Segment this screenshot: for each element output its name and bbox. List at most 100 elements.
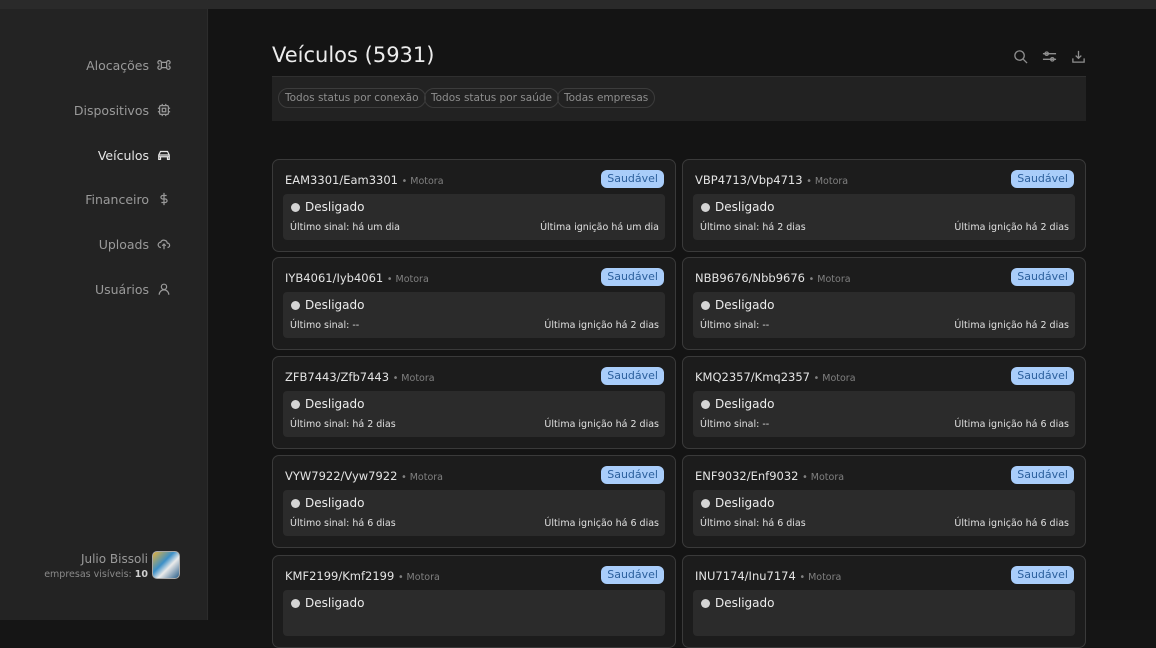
filter-health-status[interactable]: Todos status por saúde bbox=[424, 88, 559, 108]
vehicle-card[interactable]: EAM3301/Eam3301 • Motora Saudável Deslig… bbox=[272, 159, 676, 252]
health-badge: Saudável bbox=[1011, 170, 1074, 188]
vehicle-state: Desligado bbox=[305, 298, 365, 312]
sidebar: Alocações Dispositivos Veículos Financei… bbox=[0, 9, 208, 620]
health-badge: Saudável bbox=[601, 566, 664, 584]
vehicle-plate: VBP4713/Vbp4713 bbox=[695, 173, 803, 187]
vehicle-title: KMQ2357/Kmq2357 • Motora bbox=[695, 370, 856, 384]
vehicle-plate: KMQ2357/Kmq2357 bbox=[695, 370, 810, 384]
vehicle-card[interactable]: IYB4061/Iyb4061 • Motora Saudável Deslig… bbox=[272, 257, 676, 350]
vehicle-status-panel: Desligado Último sinal: -- Última igniçã… bbox=[693, 292, 1075, 338]
sidebar-item-usuarios[interactable]: Usuários bbox=[95, 279, 171, 299]
vehicle-state: Desligado bbox=[715, 596, 775, 610]
user-name: Julio Bissoli bbox=[80, 552, 148, 566]
vehicle-type: • Motora bbox=[802, 472, 845, 483]
last-signal: Último sinal: há 2 dias bbox=[290, 419, 396, 430]
vehicle-card[interactable]: KMQ2357/Kmq2357 • Motora Saudável Deslig… bbox=[682, 356, 1086, 449]
filter-sliders-icon[interactable] bbox=[1042, 49, 1057, 64]
filter-companies[interactable]: Todas empresas bbox=[557, 88, 656, 108]
last-ignition: Última ignição há 2 dias bbox=[544, 320, 659, 331]
status-dot-icon bbox=[701, 400, 710, 409]
user-companies: empresas visíveis: 10 bbox=[44, 569, 148, 580]
vehicle-plate: KMF2199/Kmf2199 bbox=[285, 569, 395, 583]
sidebar-item-label: Uploads bbox=[98, 236, 149, 252]
vehicle-state: Desligado bbox=[715, 298, 775, 312]
vehicle-title: ZFB7443/Zfb7443 • Motora bbox=[285, 370, 435, 384]
status-dot-icon bbox=[701, 599, 710, 608]
status-dot-icon bbox=[291, 301, 300, 310]
chip-icon bbox=[157, 103, 171, 117]
last-ignition: Última ignição há 2 dias bbox=[954, 320, 1069, 331]
vehicle-plate: ENF9032/Enf9032 bbox=[695, 469, 799, 483]
main-content: Veículos (5931) Todos status por conexão… bbox=[209, 9, 1156, 648]
health-badge: Saudável bbox=[1011, 466, 1074, 484]
health-badge: Saudável bbox=[1011, 268, 1074, 286]
sidebar-item-alocacoes[interactable]: Alocações bbox=[86, 55, 171, 75]
vehicle-type: • Motora bbox=[813, 373, 856, 384]
user-icon bbox=[158, 283, 170, 295]
vehicle-card[interactable]: VYW7922/Vyw7922 • Motora Saudável Deslig… bbox=[272, 455, 676, 548]
health-badge: Saudável bbox=[1011, 367, 1074, 385]
last-signal: Último sinal: -- bbox=[700, 419, 770, 430]
last-signal: Último sinal: há 6 dias bbox=[290, 518, 396, 529]
avatar[interactable] bbox=[152, 551, 180, 579]
toolbar bbox=[1013, 49, 1086, 64]
window-top-bar bbox=[0, 0, 1156, 16]
status-dot-icon bbox=[291, 499, 300, 508]
vehicle-type: • Motora bbox=[806, 176, 849, 187]
last-signal: Último sinal: há 6 dias bbox=[700, 518, 806, 529]
sidebar-item-label: Usuários bbox=[94, 281, 149, 297]
sidebar-item-label: Alocações bbox=[86, 57, 149, 73]
page-title: Veículos (5931) bbox=[272, 43, 435, 67]
last-ignition: Última ignição há 2 dias bbox=[544, 419, 659, 430]
car-icon bbox=[158, 150, 170, 160]
last-signal: Último sinal: há 2 dias bbox=[700, 222, 806, 233]
search-icon[interactable] bbox=[1013, 49, 1028, 64]
status-dot-icon bbox=[291, 203, 300, 212]
status-dot-icon bbox=[291, 400, 300, 409]
health-badge: Saudável bbox=[601, 367, 664, 385]
last-ignition: Última ignição há um dia bbox=[540, 222, 659, 233]
vehicle-type: • Motora bbox=[799, 572, 842, 583]
vehicle-plate: IYB4061/Iyb4061 bbox=[285, 271, 384, 285]
vehicle-state: Desligado bbox=[305, 596, 365, 610]
filter-bar: Todos status por conexão Todos status po… bbox=[272, 76, 1086, 121]
vehicle-type: • Motora bbox=[401, 176, 444, 187]
sidebar-item-dispositivos[interactable]: Dispositivos bbox=[74, 100, 171, 120]
sidebar-item-uploads[interactable]: Uploads bbox=[99, 234, 171, 254]
health-badge: Saudável bbox=[601, 268, 664, 286]
vehicle-type: • Motora bbox=[392, 373, 435, 384]
vehicle-card[interactable]: KMF2199/Kmf2199 • Motora Saudável Deslig… bbox=[272, 555, 676, 648]
last-ignition: Última ignição há 6 dias bbox=[954, 419, 1069, 430]
last-signal: Último sinal: -- bbox=[290, 320, 360, 331]
vehicle-type: • Motora bbox=[401, 472, 444, 483]
vehicle-title: INU7174/Inu7174 • Motora bbox=[695, 569, 841, 583]
vehicle-status-panel: Desligado Último sinal: há 2 dias Última… bbox=[693, 194, 1075, 240]
vehicle-card[interactable]: ENF9032/Enf9032 • Motora Saudável Deslig… bbox=[682, 455, 1086, 548]
user-profile[interactable]: Julio Bissoli empresas visíveis: 10 bbox=[44, 550, 182, 584]
vehicle-state: Desligado bbox=[305, 397, 365, 411]
health-badge: Saudável bbox=[601, 466, 664, 484]
dollar-icon bbox=[160, 192, 168, 206]
vehicle-plate: INU7174/Inu7174 bbox=[695, 569, 796, 583]
sidebar-item-financeiro[interactable]: Financeiro bbox=[85, 189, 171, 209]
sidebar-item-veiculos[interactable]: Veículos bbox=[98, 145, 171, 165]
vehicle-state: Desligado bbox=[305, 496, 365, 510]
vehicle-status-panel: Desligado Último sinal: há 2 dias Última… bbox=[283, 391, 665, 437]
vehicle-status-panel: Desligado Último sinal: há um dia Última… bbox=[283, 194, 665, 240]
vehicle-title: NBB9676/Nbb9676 • Motora bbox=[695, 271, 851, 285]
vehicle-card[interactable]: INU7174/Inu7174 • Motora Saudável Deslig… bbox=[682, 555, 1086, 648]
last-signal: Último sinal: -- bbox=[700, 320, 770, 331]
health-badge: Saudável bbox=[1011, 566, 1074, 584]
download-icon[interactable] bbox=[1071, 49, 1086, 64]
vehicle-card[interactable]: VBP4713/Vbp4713 • Motora Saudável Deslig… bbox=[682, 159, 1086, 252]
vehicle-state: Desligado bbox=[715, 200, 775, 214]
filter-connection-status[interactable]: Todos status por conexão bbox=[278, 88, 426, 108]
vehicle-card[interactable]: NBB9676/Nbb9676 • Motora Saudável Deslig… bbox=[682, 257, 1086, 350]
vehicle-status-panel: Desligado Último sinal: -- Última igniçã… bbox=[693, 391, 1075, 437]
vehicle-card[interactable]: ZFB7443/Zfb7443 • Motora Saudável Deslig… bbox=[272, 356, 676, 449]
command-icon bbox=[157, 60, 171, 70]
vehicle-state: Desligado bbox=[715, 397, 775, 411]
vehicle-title: EAM3301/Eam3301 • Motora bbox=[285, 173, 444, 187]
last-ignition: Última ignição há 6 dias bbox=[954, 518, 1069, 529]
vehicle-status-panel: Desligado Último sinal: há 6 dias Última… bbox=[693, 490, 1075, 536]
